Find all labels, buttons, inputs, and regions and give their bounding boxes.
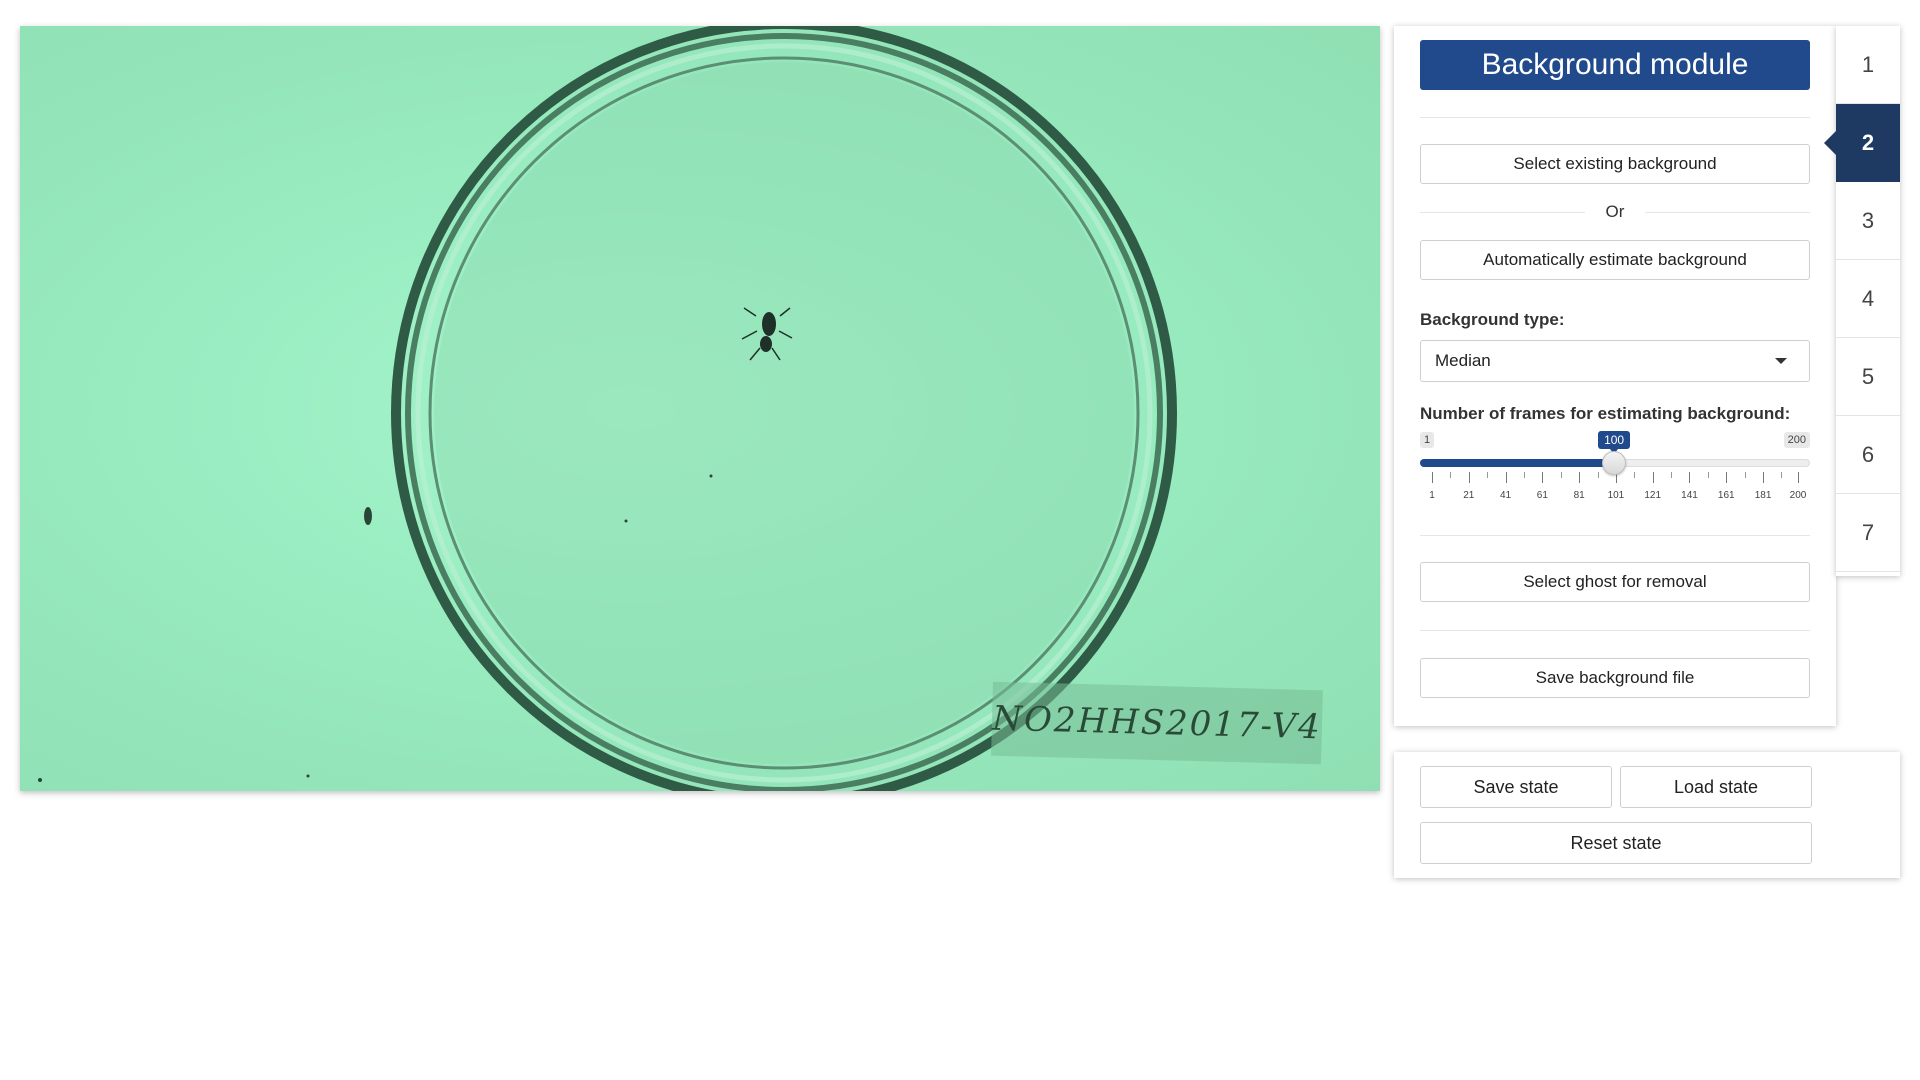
- arena-label-text: NO2HHS2017-V4: [991, 698, 1323, 748]
- divider: [1420, 117, 1810, 118]
- divider: [1420, 630, 1810, 631]
- slider-minor-tick: [1707, 472, 1709, 478]
- slider-tick: [1689, 472, 1691, 483]
- slider-minor-tick: [1780, 472, 1782, 478]
- step-tab-4[interactable]: 4: [1836, 260, 1900, 338]
- slider-tick-label: 1: [1429, 490, 1435, 501]
- slider-tick: [1726, 472, 1728, 483]
- slider-tick-label: 101: [1607, 490, 1625, 501]
- reset-state-button[interactable]: Reset state: [1420, 822, 1812, 864]
- module-title-button[interactable]: Background module: [1420, 40, 1810, 90]
- slider-tick-label: 81: [1573, 490, 1585, 501]
- slider-tick: [1652, 472, 1654, 483]
- slider-tick: [1579, 472, 1581, 483]
- slider-minor-tick: [1634, 472, 1636, 478]
- load-state-button[interactable]: Load state: [1620, 766, 1812, 808]
- step-tab-5[interactable]: 5: [1836, 338, 1900, 416]
- arena-image: [38, 26, 1177, 791]
- slider-value-label: 100: [1598, 431, 1631, 454]
- slider-tick-label: 41: [1500, 490, 1512, 501]
- slider-tick-label: 200: [1789, 490, 1807, 501]
- arena-label-tape: NO2HHS2017-V4: [991, 681, 1323, 765]
- slider-tick: [1542, 472, 1544, 483]
- save-state-button[interactable]: Save state: [1420, 766, 1612, 808]
- step-tab-7[interactable]: 7: [1836, 494, 1900, 572]
- slider-tick: [1505, 472, 1507, 483]
- background-type-label: Background type:: [1420, 310, 1565, 329]
- slider-handle[interactable]: [1602, 451, 1627, 475]
- select-ghost-button[interactable]: Select ghost for removal: [1420, 562, 1810, 602]
- slider-minor-tick: [1744, 472, 1746, 478]
- state-panel: Save state Load state Reset state: [1394, 752, 1900, 878]
- or-separator: Or: [1605, 202, 1625, 221]
- select-existing-background-button[interactable]: Select existing background: [1420, 144, 1810, 184]
- background-type-select[interactable]: Median: [1420, 340, 1810, 382]
- slider-tick-label: 61: [1536, 490, 1548, 501]
- slider-minor-tick: [1597, 472, 1599, 478]
- slider-tick: [1432, 472, 1433, 483]
- slider-tick: [1468, 472, 1470, 483]
- slider-tick-label: 21: [1463, 490, 1475, 501]
- slider-minor-tick: [1671, 472, 1673, 478]
- frames-label: Number of frames for estimating backgrou…: [1420, 404, 1791, 423]
- step-tab-3[interactable]: 3: [1836, 182, 1900, 260]
- slider-tick: [1763, 472, 1765, 483]
- video-frame: NO2HHS2017-V4: [20, 26, 1380, 791]
- slider-minor-tick: [1450, 472, 1452, 478]
- slider-minor-tick: [1560, 472, 1562, 478]
- slider-tick-label: 181: [1754, 490, 1772, 501]
- slider-tick-label: 161: [1717, 490, 1735, 501]
- auto-estimate-background-button[interactable]: Automatically estimate background: [1420, 240, 1810, 280]
- divider: [1420, 535, 1810, 536]
- slider-tick-label: 141: [1681, 490, 1698, 501]
- caret-down-icon: [1775, 358, 1787, 364]
- slider-tick: [1798, 472, 1799, 483]
- slider-minor-tick: [1523, 472, 1525, 478]
- background-module-panel: Background module Select existing backgr…: [1394, 26, 1836, 726]
- slider-tick-label: 121: [1644, 490, 1662, 501]
- background-type-value: Median: [1435, 351, 1491, 370]
- frames-slider[interactable]: 1 200 1 21 41 61 81 101 121 141 161 181 200 100: [1420, 431, 1810, 508]
- step-tab-6[interactable]: 6: [1836, 416, 1900, 494]
- save-background-file-button[interactable]: Save background file: [1420, 658, 1810, 698]
- slider-minor-tick: [1487, 472, 1489, 478]
- step-tab-2[interactable]: 2: [1824, 104, 1900, 182]
- step-navigation: 1234567: [1824, 26, 1900, 576]
- step-tab-1[interactable]: 1: [1836, 26, 1900, 104]
